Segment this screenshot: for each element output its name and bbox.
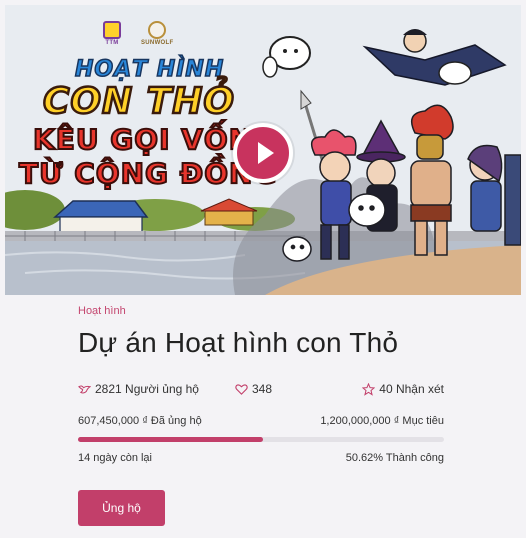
supporters-stat: 2821 Người ủng hộ	[78, 382, 199, 396]
days-remaining: 14 ngày còn lại	[78, 452, 152, 464]
supporters-count: 2821 Người ủng hộ	[95, 382, 199, 396]
heart-icon	[235, 383, 248, 395]
likes-stat[interactable]: 348	[235, 382, 272, 396]
funding-progress-fill	[78, 437, 264, 442]
reviews-count: 40 Nhận xét	[379, 382, 444, 396]
bird-icon	[78, 384, 91, 394]
sunwolf-logo: SUNWOLF	[141, 21, 173, 46]
play-icon	[257, 142, 274, 164]
support-button[interactable]: Ủng hộ	[78, 490, 165, 526]
likes-count: 348	[252, 382, 273, 396]
project-category[interactable]: Hoạt hình	[78, 305, 126, 317]
project-title: Dự án Hoạt hình con Thỏ	[78, 327, 399, 358]
banner-logos: TTM SUNWOLF	[103, 21, 173, 46]
banner-title-line-1: HOẠT HÌNH	[74, 56, 225, 83]
video-play-button[interactable]	[233, 123, 293, 183]
raised-amount: 607,450,000 ₫ Đã ủng hộ	[78, 415, 202, 427]
project-banner: TTM SUNWOLF HOẠT HÌNH CON THỎ KÊU GỌI VỐ…	[5, 5, 521, 295]
banner-title-line-2: CON THỎ	[42, 80, 235, 124]
funding-progress-bar	[78, 437, 444, 442]
star-icon	[362, 382, 376, 396]
goal-amount: 1,200,000,000 ₫ Mục tiêu	[320, 415, 444, 427]
reviews-stat[interactable]: 40 Nhận xét	[362, 382, 444, 396]
ttm-logo: TTM	[103, 21, 121, 46]
success-percentage: 50.62% Thành công	[345, 452, 444, 464]
project-stats: 2821 Người ủng hộ 348 40 Nhận xét	[78, 382, 444, 400]
banner-title-line-3: KÊU GỌI VỐN	[32, 122, 254, 157]
